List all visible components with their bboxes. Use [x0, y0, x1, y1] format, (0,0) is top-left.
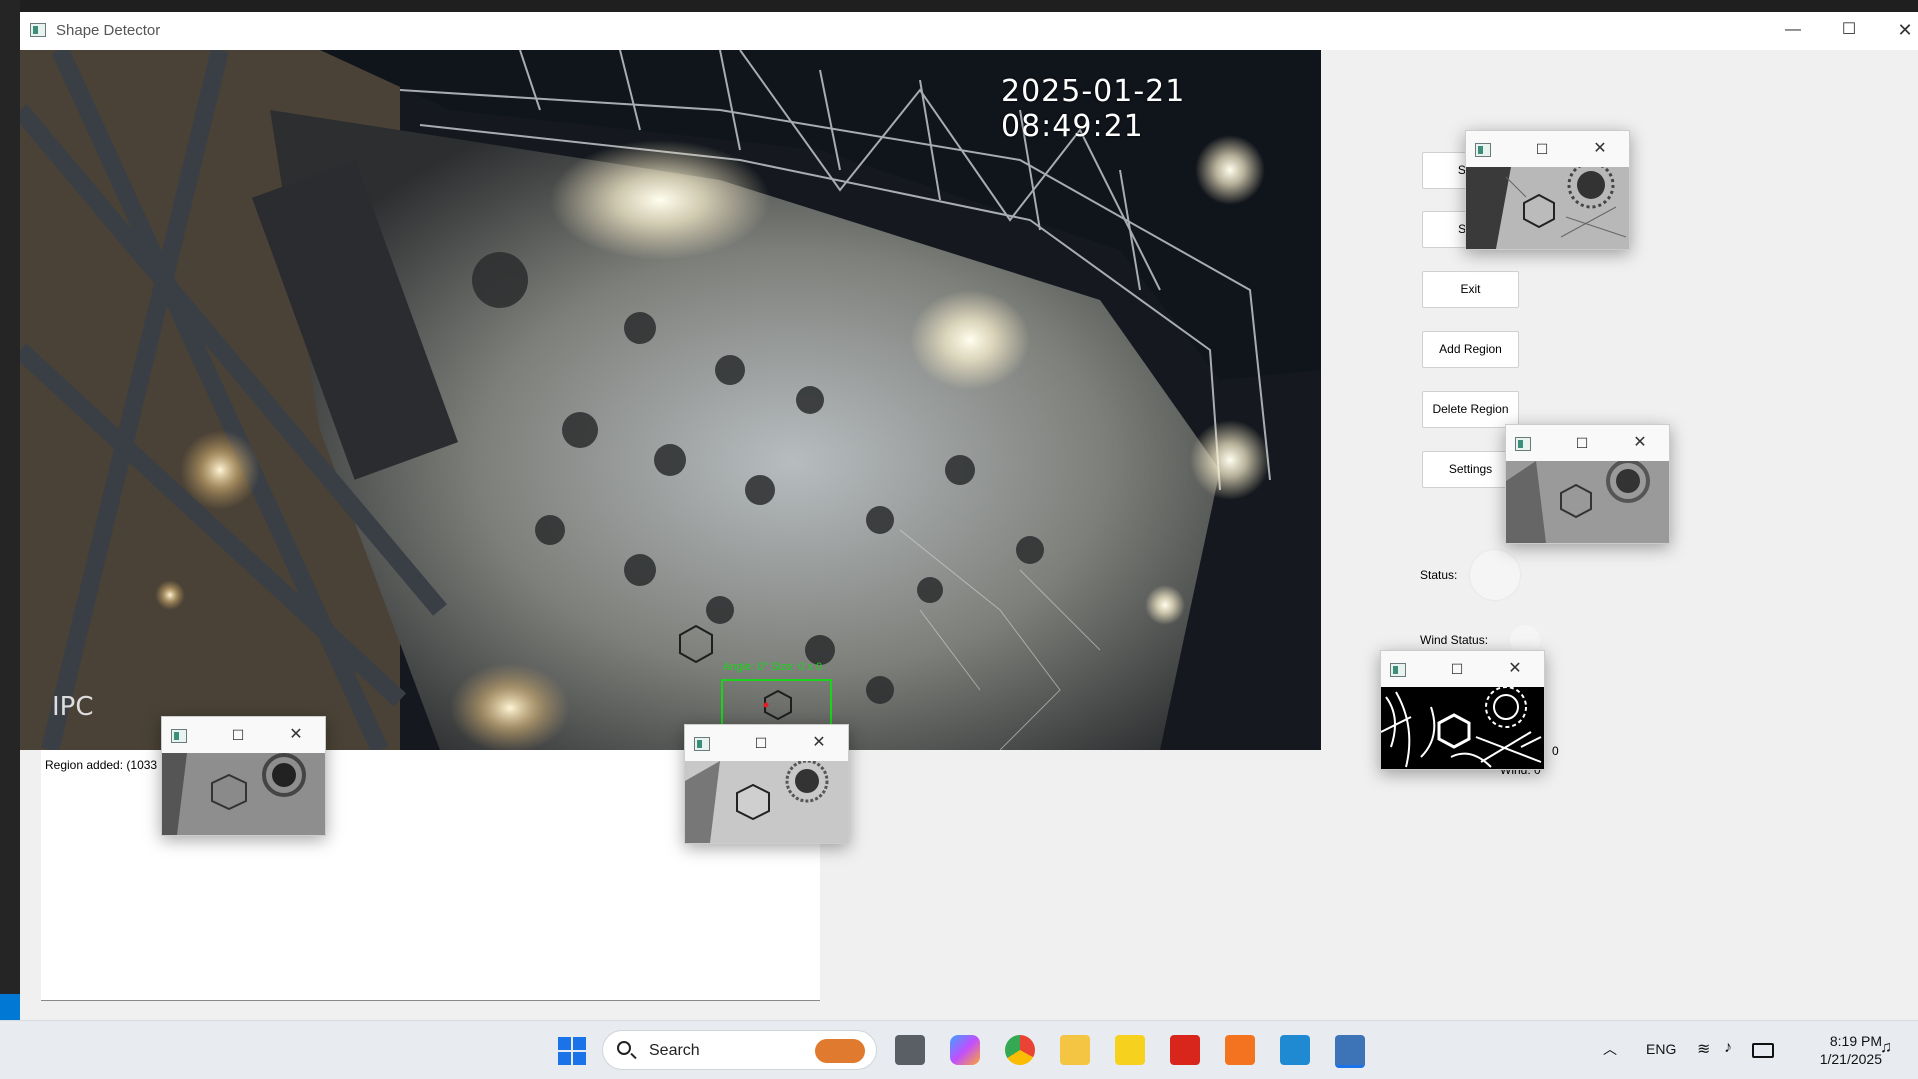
preview-app-icon — [1515, 437, 1531, 451]
wind-status-label: Wind Status: — [1420, 633, 1489, 647]
volume-icon[interactable]: ♪ — [1724, 1039, 1732, 1057]
chrome-icon[interactable] — [1005, 1035, 1035, 1065]
preview-close-button[interactable]: ✕ — [1505, 659, 1525, 679]
camera-feed[interactable]: Angle: 0° Size: 0 x 0 2025-01-21 08:49:2… — [20, 50, 1321, 750]
editor-status-corner — [0, 994, 20, 1020]
window-title: Shape Detector — [56, 22, 161, 39]
add-region-button[interactable]: Add Region — [1422, 331, 1519, 368]
preview-window-grayscale[interactable]: ☐ ✕ — [1465, 130, 1630, 250]
taskbar-search-box[interactable]: Search — [602, 1030, 877, 1070]
exit-button[interactable]: Exit — [1422, 271, 1519, 308]
preview-window-threshold[interactable]: ☐ ✕ — [1380, 650, 1545, 770]
search-placeholder: Search — [649, 1042, 700, 1059]
preview-app-icon — [1390, 663, 1406, 677]
preview-window-blur[interactable]: ☐ ✕ — [1505, 424, 1670, 544]
preview-image — [1466, 167, 1629, 249]
preview-titlebar[interactable]: ☐ ✕ — [1466, 131, 1629, 167]
preview-close-button[interactable]: ✕ — [1590, 139, 1610, 159]
file-explorer-icon[interactable] — [1060, 1035, 1090, 1065]
detection-label: Angle: 0° Size: 0 x 0 — [723, 661, 823, 673]
preview-titlebar[interactable]: ☐ ✕ — [1506, 425, 1669, 461]
preview-app-icon — [694, 737, 710, 751]
wifi-icon[interactable]: ≋ — [1697, 1039, 1710, 1059]
task-view-icon[interactable] — [895, 1035, 925, 1065]
preview-app-icon — [1475, 143, 1491, 157]
preview-image — [1506, 461, 1669, 543]
app-icon — [30, 23, 46, 37]
count-value: 0 — [1552, 744, 1559, 758]
vscode-icon[interactable] — [1280, 1035, 1310, 1065]
preview-window-region-1[interactable]: ☐ ✕ — [161, 716, 326, 836]
preview-image — [685, 761, 848, 843]
taskbar: Search ︿ ENG ≋ ♪ 8:19 PM 1/21/2025 ♫ — [0, 1020, 1918, 1079]
status-label: Status: — [1420, 568, 1458, 582]
taskbar-clock[interactable]: 8:19 PM 1/21/2025 — [1792, 1032, 1882, 1068]
preview-maximize-button[interactable]: ☐ — [1449, 659, 1465, 679]
preview-image — [162, 753, 325, 835]
preview-maximize-button[interactable]: ☐ — [230, 725, 246, 745]
preview-maximize-button[interactable]: ☐ — [753, 733, 769, 753]
preview-close-button[interactable]: ✕ — [1630, 433, 1650, 453]
search-icon — [617, 1041, 631, 1055]
acrobat-icon[interactable] — [1170, 1035, 1200, 1065]
video-player-icon[interactable] — [1225, 1035, 1255, 1065]
close-button[interactable]: ✕ — [1882, 16, 1918, 44]
delete-region-button[interactable]: Delete Region — [1422, 391, 1519, 428]
media-player-icon[interactable] — [1115, 1035, 1145, 1065]
video-timestamp: 2025-01-21 08:49:21 — [1001, 74, 1186, 144]
preview-titlebar[interactable]: ☐ ✕ — [685, 725, 848, 761]
desktop-top-strip — [0, 0, 1918, 12]
python-app-icon[interactable] — [1335, 1035, 1365, 1068]
tray-overflow-icon[interactable]: ︿ — [1603, 1039, 1617, 1059]
background-editor-sidebar — [0, 0, 20, 1020]
preview-titlebar[interactable]: ☐ ✕ — [1381, 651, 1544, 687]
camera-scene — [20, 50, 1321, 750]
preview-close-button[interactable]: ✕ — [809, 733, 829, 753]
preview-maximize-button[interactable]: ☐ — [1534, 139, 1550, 159]
minimize-button[interactable]: — — [1770, 16, 1816, 44]
detection-center — [763, 702, 769, 708]
maximize-button[interactable]: ☐ — [1826, 16, 1872, 44]
status-indicator — [1470, 550, 1520, 600]
preview-maximize-button[interactable]: ☐ — [1574, 433, 1590, 453]
camera-label: IPC — [52, 692, 94, 722]
title-bar[interactable]: Shape Detector — ☐ ✕ — [20, 12, 1918, 50]
preview-window-region-2[interactable]: ☐ ✕ — [684, 724, 849, 844]
preview-image — [1381, 687, 1544, 769]
preview-app-icon — [171, 729, 187, 743]
clock-date: 1/21/2025 — [1819, 1051, 1882, 1067]
log-line: Region added: (1033 — [45, 758, 158, 772]
search-highlight-icon — [815, 1039, 865, 1063]
language-indicator[interactable]: ENG — [1646, 1041, 1676, 1057]
notification-bell-icon[interactable]: ♫ — [1880, 1039, 1892, 1057]
copilot-icon[interactable] — [950, 1035, 980, 1065]
clock-time: 8:19 PM — [1829, 1033, 1882, 1049]
start-menu-icon[interactable] — [558, 1037, 586, 1065]
battery-icon[interactable] — [1752, 1043, 1774, 1058]
preview-close-button[interactable]: ✕ — [286, 725, 306, 745]
preview-titlebar[interactable]: ☐ ✕ — [162, 717, 325, 753]
